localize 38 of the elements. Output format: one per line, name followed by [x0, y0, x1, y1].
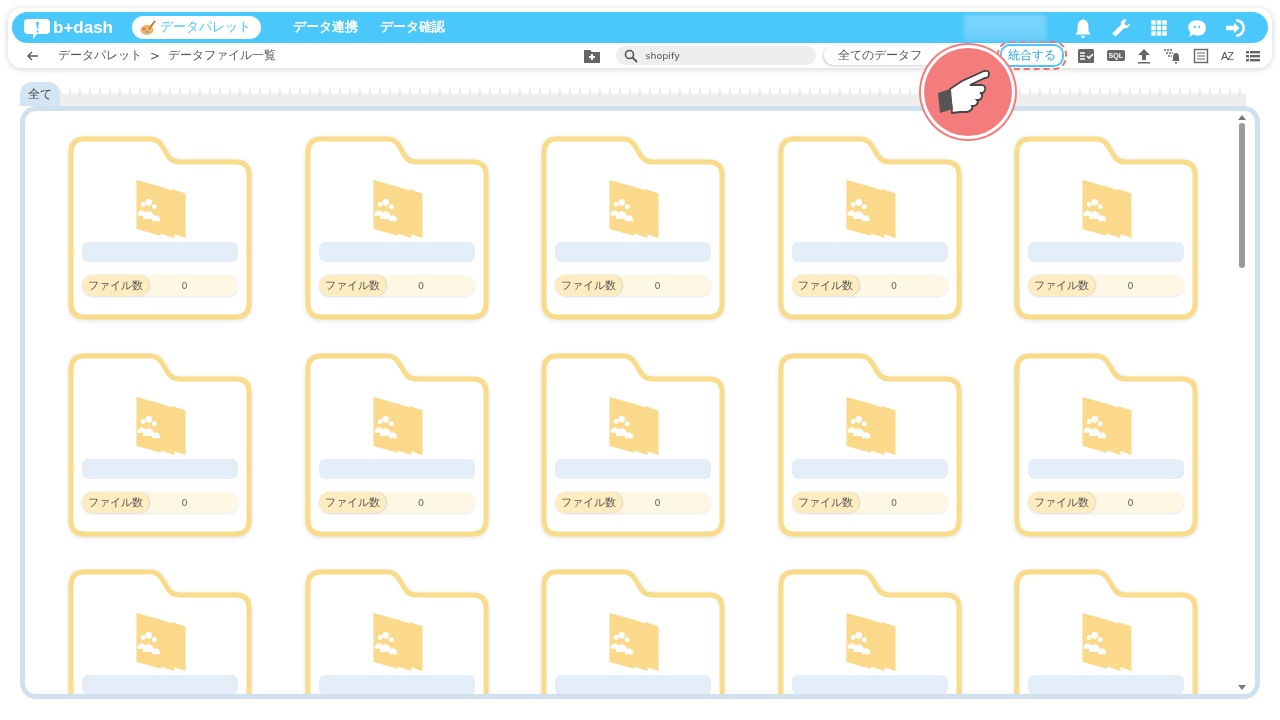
file-count-value: 0 — [1126, 496, 1135, 508]
file-count-value: 0 — [653, 280, 662, 291]
file-count-value: 0 — [653, 496, 662, 508]
file-count-value: 0 — [889, 280, 898, 291]
logo-icon — [24, 16, 50, 39]
checklist-icon[interactable] — [1076, 47, 1095, 64]
breadcrumb-current: データファイル一覧 — [168, 47, 277, 64]
breadcrumb-separator: > — [150, 48, 161, 63]
file-count-label: ファイル数 — [82, 275, 149, 296]
file-count-value: 0 — [1126, 280, 1135, 291]
new-folder-icon[interactable] — [582, 47, 601, 64]
notification-list-icon[interactable] — [1162, 47, 1181, 64]
search-icon — [623, 48, 638, 63]
file-count-value: 0 — [180, 280, 189, 291]
file-count-value: 0 — [416, 496, 425, 508]
breadcrumb-link[interactable]: データパレット — [58, 47, 142, 64]
file-count-value: 0 — [180, 496, 189, 508]
wrench-icon[interactable] — [1110, 16, 1132, 39]
upload-icon[interactable] — [1136, 47, 1151, 64]
filter-dropdown[interactable]: 全てのデータフ — [823, 46, 936, 65]
bell-icon[interactable] — [1072, 16, 1094, 39]
file-count-label: ファイル数 — [555, 275, 622, 296]
file-count-value: 0 — [889, 496, 898, 508]
table-icon[interactable] — [1192, 47, 1209, 64]
tab[interactable]: 全て — [20, 82, 60, 106]
logo-text: b+dash — [53, 17, 113, 38]
scroll-down-icon[interactable] — [1237, 684, 1247, 692]
file-count-value: 0 — [416, 280, 425, 291]
scroll-up-icon[interactable] — [1237, 113, 1247, 121]
logout-icon[interactable] — [1224, 16, 1246, 39]
file-count-label: ファイル数 — [791, 275, 859, 296]
palette-icon — [140, 19, 156, 36]
file-count-label: ファイル数 — [318, 275, 386, 296]
scroll-thumb[interactable] — [1239, 123, 1245, 268]
scrollbar[interactable] — [1237, 113, 1247, 692]
file-count-label: ファイル数 — [1028, 275, 1095, 296]
search-field[interactable]: shopify — [615, 46, 816, 65]
sort-icon[interactable]: AZ — [1220, 49, 1233, 62]
